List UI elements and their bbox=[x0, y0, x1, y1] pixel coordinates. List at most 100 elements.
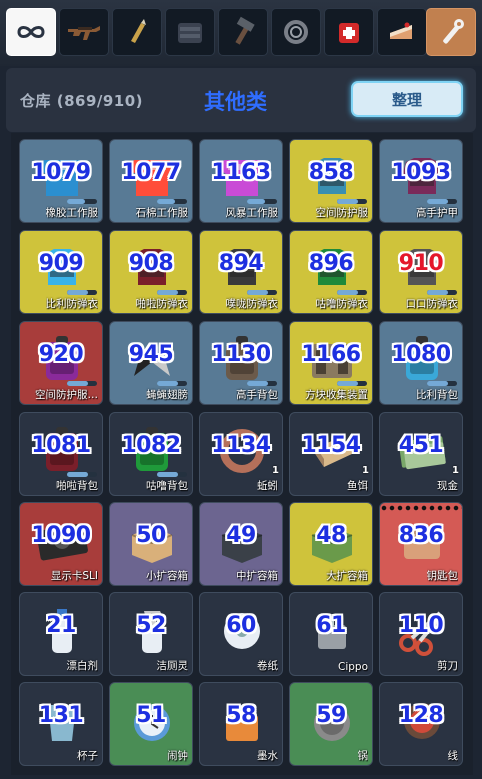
durability-bar bbox=[67, 199, 97, 204]
item-count: 894 bbox=[218, 251, 264, 276]
tab-other[interactable] bbox=[426, 8, 476, 56]
tab-ammo[interactable] bbox=[112, 8, 162, 56]
item-count: 858 bbox=[308, 160, 354, 185]
inventory-slot[interactable]: 50 小扩容箱 bbox=[109, 502, 193, 586]
inventory-slot[interactable]: 909 比利防弹衣 bbox=[19, 230, 103, 314]
tab-food[interactable] bbox=[377, 8, 427, 56]
item-name: 卷纸 bbox=[257, 660, 278, 672]
inventory-slot[interactable]: 52 洁厕灵 bbox=[109, 592, 193, 676]
inventory-slot[interactable]: 1 1154 鱼饵 bbox=[289, 412, 373, 496]
inventory-slot[interactable]: 896 咕噜防弹衣 bbox=[289, 230, 373, 314]
durability-bar bbox=[157, 199, 187, 204]
slot-dots-decoration bbox=[380, 505, 462, 511]
tab-misc-rope[interactable] bbox=[271, 8, 321, 56]
storage-header: 仓库 (869/910) 其他类 整理 bbox=[6, 68, 476, 132]
item-count: 128 bbox=[398, 703, 444, 728]
inventory-slot[interactable]: 58 墨水 bbox=[199, 682, 283, 766]
inventory-slot[interactable]: 836 钥匙包 bbox=[379, 502, 463, 586]
item-count: 49 bbox=[226, 523, 256, 548]
item-count: 1154 bbox=[301, 433, 361, 458]
tab-armor[interactable] bbox=[165, 8, 215, 56]
inventory-slot[interactable]: 1079 橡胶工作服 bbox=[19, 139, 103, 223]
item-count: 60 bbox=[226, 613, 256, 638]
item-name: 剪刀 bbox=[437, 660, 458, 672]
inventory-slot[interactable]: 920 空间防护服… bbox=[19, 321, 103, 405]
item-name: 咕噜防弹衣 bbox=[315, 298, 369, 310]
tab-tools[interactable] bbox=[218, 8, 268, 56]
inventory-slot[interactable]: 1130 高手背包 bbox=[199, 321, 283, 405]
durability-bar bbox=[247, 199, 277, 204]
stack-count: 1 bbox=[452, 465, 459, 476]
item-count: 59 bbox=[316, 703, 346, 728]
item-count: 1080 bbox=[391, 342, 451, 367]
stack-count: 1 bbox=[272, 465, 279, 476]
durability-bar bbox=[157, 472, 187, 477]
inventory-slot[interactable]: 1 1134 蚯蚓 bbox=[199, 412, 283, 496]
bullet-icon bbox=[131, 19, 146, 43]
inventory-slot[interactable]: 1081 啪啦背包 bbox=[19, 412, 103, 496]
inventory-grid: 1079 橡胶工作服 1077 石棉工作服 1163 风暴工作服 858 空间防护服 1093 高… bbox=[11, 133, 473, 775]
inventory-slot[interactable]: 51 闹钟 bbox=[109, 682, 193, 766]
inventory-slot[interactable]: 1163 风暴工作服 bbox=[199, 139, 283, 223]
hammer-icon bbox=[235, 16, 255, 45]
item-count: 21 bbox=[46, 613, 76, 638]
item-name: 显示卡SLI bbox=[50, 570, 98, 582]
item-count: 1090 bbox=[31, 523, 91, 548]
inventory-slot[interactable]: 131 杯子 bbox=[19, 682, 103, 766]
item-count: 836 bbox=[398, 523, 444, 548]
tab-all[interactable] bbox=[6, 8, 56, 56]
inventory-slot[interactable]: 60 卷纸 bbox=[199, 592, 283, 676]
item-name: 中扩容箱 bbox=[236, 570, 278, 582]
item-count: 58 bbox=[226, 703, 256, 728]
category-tab-bar bbox=[0, 0, 482, 66]
item-count: 1134 bbox=[211, 433, 271, 458]
inventory-slot[interactable]: 908 啪啦防弹衣 bbox=[109, 230, 193, 314]
inventory-slot[interactable]: 48 大扩容箱 bbox=[289, 502, 373, 586]
item-count: 909 bbox=[38, 251, 84, 276]
inventory-slot[interactable]: 49 中扩容箱 bbox=[199, 502, 283, 586]
inventory-slot[interactable]: 910 口口防弹衣 bbox=[379, 230, 463, 314]
item-count: 1081 bbox=[31, 433, 91, 458]
inventory-slot[interactable]: 1090 显示卡SLI bbox=[19, 502, 103, 586]
inventory-slot[interactable]: 945 蝇蝇翅膀 bbox=[109, 321, 193, 405]
inventory-slot[interactable]: 1082 咕噜背包 bbox=[109, 412, 193, 496]
inventory-slot[interactable]: 1080 比利背包 bbox=[379, 321, 463, 405]
inventory-slot[interactable]: 61 Cippo bbox=[289, 592, 373, 676]
inventory-slot[interactable]: 1 451 现金 bbox=[379, 412, 463, 496]
item-count: 1079 bbox=[31, 160, 91, 185]
durability-bar bbox=[247, 290, 277, 295]
tab-weapons[interactable] bbox=[59, 8, 109, 56]
inventory-slot[interactable]: 59 锅 bbox=[289, 682, 373, 766]
inventory-slot[interactable]: 1166 方块收集装置 bbox=[289, 321, 373, 405]
rifle-icon bbox=[68, 26, 100, 40]
rope-icon bbox=[284, 20, 308, 44]
sort-button[interactable]: 整理 bbox=[351, 81, 463, 117]
item-name: 噗咙防弹衣 bbox=[225, 298, 279, 310]
inventory-slot[interactable]: 858 空间防护服 bbox=[289, 139, 373, 223]
inventory-slot[interactable]: 1093 高手护甲 bbox=[379, 139, 463, 223]
item-name: 闹钟 bbox=[167, 750, 188, 762]
inventory-slot[interactable]: 894 噗咙防弹衣 bbox=[199, 230, 283, 314]
item-name: 橡胶工作服 bbox=[45, 207, 99, 219]
inventory-slot[interactable]: 1077 石棉工作服 bbox=[109, 139, 193, 223]
item-name: 锅 bbox=[357, 750, 369, 762]
item-name: 墨水 bbox=[257, 750, 278, 762]
durability-bar bbox=[337, 381, 367, 386]
item-name: 大扩容箱 bbox=[326, 570, 368, 582]
item-name: 石棉工作服 bbox=[135, 207, 189, 219]
item-name: 蚯蚓 bbox=[257, 480, 278, 492]
item-name: 鱼饵 bbox=[347, 480, 368, 492]
item-count: 1130 bbox=[211, 342, 271, 367]
tab-medical[interactable] bbox=[324, 8, 374, 56]
item-count: 50 bbox=[136, 523, 166, 548]
item-count: 131 bbox=[38, 703, 84, 728]
inventory-slot[interactable]: 110 剪刀 bbox=[379, 592, 463, 676]
inventory-slot[interactable]: 21 漂白剂 bbox=[19, 592, 103, 676]
item-name: 高手护甲 bbox=[416, 207, 458, 219]
item-name: 高手背包 bbox=[236, 389, 278, 401]
item-count: 48 bbox=[316, 523, 346, 548]
item-count: 908 bbox=[128, 251, 174, 276]
item-count: 451 bbox=[398, 433, 444, 458]
item-name: 漂白剂 bbox=[66, 660, 99, 672]
inventory-slot[interactable]: 128 线 bbox=[379, 682, 463, 766]
